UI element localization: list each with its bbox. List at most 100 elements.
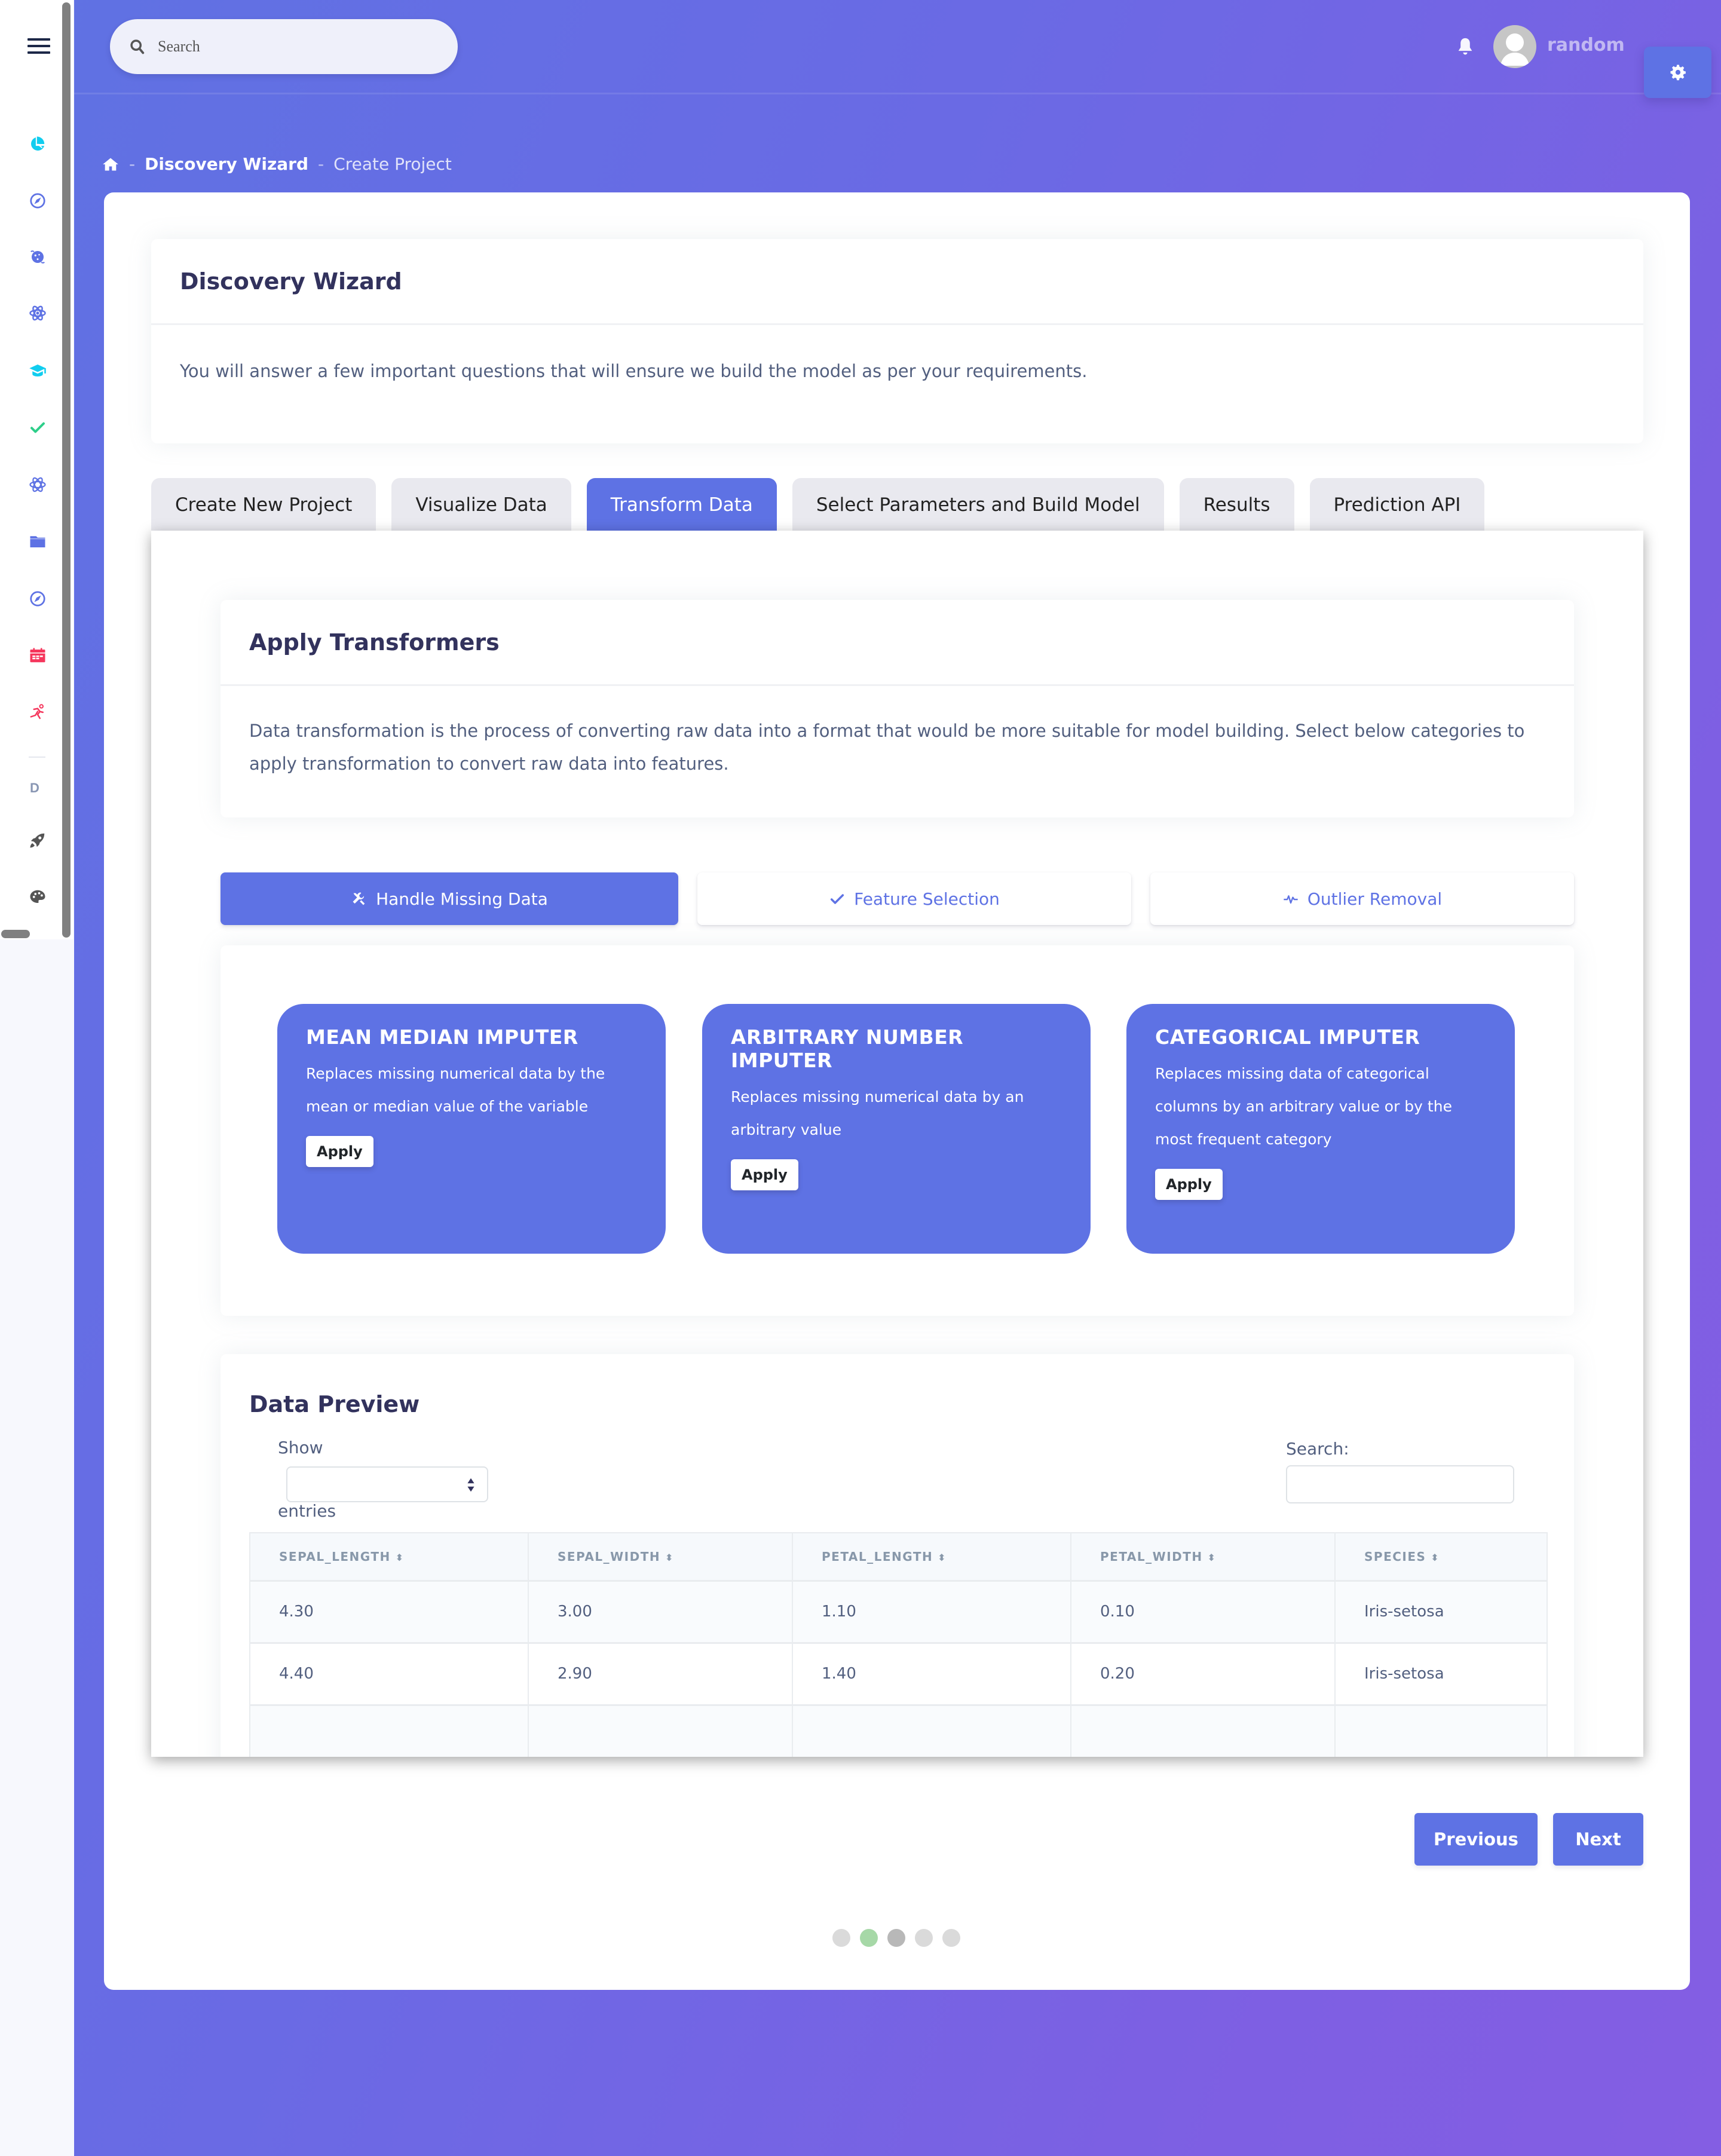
apply-transformers-title: Apply Transformers <box>249 629 500 656</box>
apply-arbitrary-number-button[interactable]: Apply <box>731 1159 798 1190</box>
sidebar-item-learn[interactable] <box>27 360 48 381</box>
imputer-card-categorical: CATEGORICAL IMPUTER Replaces missing dat… <box>1126 1004 1515 1254</box>
breadcrumb-create-project: Create Project <box>333 154 452 174</box>
apply-transformers-description: Data transformation is the process of co… <box>249 721 1525 774</box>
imputer-title: CATEGORICAL IMPUTER <box>1155 1025 1420 1049</box>
sidebar-item-explore[interactable] <box>27 191 48 211</box>
username[interactable]: random <box>1547 35 1625 56</box>
bell-icon[interactable] <box>1455 36 1475 57</box>
tab-results[interactable]: Results <box>1179 478 1294 532</box>
sidebar: D <box>0 0 74 2156</box>
tab-select-parameters[interactable]: Select Parameters and Build Model <box>792 478 1164 532</box>
sidebar-item-dashboard[interactable] <box>27 134 48 154</box>
sidebar-item-planet[interactable] <box>27 247 48 267</box>
step-dot-1[interactable] <box>832 1929 850 1947</box>
user-silhouette-icon <box>1500 33 1529 66</box>
sort-icon: ⬍ <box>395 1551 405 1563</box>
rocket-icon <box>30 833 45 848</box>
wizard-description: You will answer a few important question… <box>180 361 1088 381</box>
table-cell <box>249 1704 529 1757</box>
pie-chart-icon <box>31 136 45 151</box>
column-header-sepal-length[interactable]: SEPAL_LENGTH ⬍ <box>249 1532 529 1582</box>
column-header-species[interactable]: SPECIES ⬍ <box>1334 1532 1548 1582</box>
pill-label: Handle Missing Data <box>376 889 548 909</box>
sidebar-item-palette[interactable] <box>27 887 48 907</box>
sidebar-panel: D <box>0 0 73 939</box>
column-header-petal-length[interactable]: PETAL_LENGTH ⬍ <box>792 1532 1071 1582</box>
table-cell: 3.00 <box>528 1579 793 1643</box>
compass-icon <box>30 591 45 607</box>
apply-transformers-card: Apply Transformers Data transformation i… <box>221 600 1574 817</box>
breadcrumb-discovery-wizard[interactable]: Discovery Wizard <box>145 154 308 174</box>
data-preview-table: SEPAL_LENGTH ⬍ SEPAL_WIDTH ⬍ PETAL_LENGTH ⬍… <box>249 1532 1548 1757</box>
imputers-section: MEAN MEDIAN IMPUTER Replaces missing num… <box>221 945 1574 1316</box>
tab-prediction-api[interactable]: Prediction API <box>1309 478 1485 532</box>
pill-handle-missing-data[interactable]: Handle Missing Data <box>221 872 678 925</box>
step-dot-2[interactable] <box>860 1929 878 1947</box>
tab-create-new-project[interactable]: Create New Project <box>151 478 376 532</box>
sidebar-horizontal-scrollbar[interactable] <box>1 930 30 938</box>
imputer-title: MEAN MEDIAN IMPUTER <box>306 1025 578 1049</box>
global-search[interactable] <box>110 19 458 74</box>
step-dot-5[interactable] <box>942 1929 960 1947</box>
pill-outlier-removal[interactable]: Outlier Removal <box>1150 872 1574 925</box>
step-dot-4[interactable] <box>915 1929 933 1947</box>
pill-label: Outlier Removal <box>1307 889 1443 909</box>
settings-button[interactable] <box>1644 47 1711 98</box>
sidebar-item-activity[interactable] <box>27 702 48 722</box>
gear-icon <box>1670 65 1686 81</box>
apply-categorical-button[interactable]: Apply <box>1155 1169 1223 1200</box>
compass-icon <box>30 193 45 209</box>
pulse-icon <box>1284 895 1298 904</box>
show-label: Show <box>278 1438 323 1457</box>
breadcrumb-separator: - <box>318 154 324 174</box>
main-card: Discovery Wizard You will answer a few i… <box>104 192 1690 1990</box>
table-cell <box>1334 1704 1548 1757</box>
table-cell: 1.40 <box>792 1642 1071 1705</box>
graduation-cap-icon <box>29 365 46 376</box>
table-search-input[interactable] <box>1286 1465 1514 1503</box>
entries-length-select[interactable] <box>286 1466 488 1502</box>
tab-visualize-data[interactable]: Visualize Data <box>391 478 571 532</box>
sidebar-item-atom[interactable] <box>27 303 48 323</box>
sidebar-section-letter: D <box>30 780 39 795</box>
atom-icon <box>29 477 46 492</box>
atom-icon <box>29 305 46 321</box>
sidebar-item-atom-2[interactable] <box>27 474 48 495</box>
hamburger-icon[interactable] <box>27 38 50 54</box>
column-header-petal-width[interactable]: PETAL_WIDTH ⬍ <box>1070 1532 1336 1582</box>
column-header-sepal-width[interactable]: SEPAL_WIDTH ⬍ <box>528 1532 793 1582</box>
previous-button[interactable]: Previous <box>1414 1813 1538 1866</box>
table-cell <box>528 1704 793 1757</box>
table-cell: Iris-setosa <box>1334 1579 1548 1643</box>
sidebar-item-files[interactable] <box>27 531 48 552</box>
avatar[interactable] <box>1493 25 1536 68</box>
transform-data-panel[interactable]: Apply Transformers Data transformation i… <box>151 531 1643 1757</box>
sidebar-divider <box>29 757 45 758</box>
palette-icon <box>30 890 45 903</box>
global-search-input[interactable] <box>158 38 433 56</box>
sidebar-item-explore-2[interactable] <box>27 589 48 609</box>
sidebar-vertical-scrollbar[interactable] <box>62 2 71 938</box>
table-cell: 0.10 <box>1070 1579 1336 1643</box>
pill-feature-selection[interactable]: Feature Selection <box>697 872 1131 925</box>
step-dot-3[interactable] <box>887 1929 905 1947</box>
table-cell: 2.90 <box>528 1642 793 1705</box>
sidebar-item-rocket[interactable] <box>27 830 48 850</box>
table-cell: Iris-setosa <box>1334 1642 1548 1705</box>
apply-mean-median-button[interactable]: Apply <box>306 1136 373 1167</box>
table-cell: 4.30 <box>249 1579 529 1643</box>
sidebar-item-tasks[interactable] <box>27 417 48 437</box>
wizard-title: Discovery Wizard <box>180 268 402 295</box>
imputer-description: Replaces missing numerical data by an ar… <box>731 1088 1024 1138</box>
running-icon <box>30 704 44 719</box>
data-preview-title: Data Preview <box>249 1391 420 1417</box>
imputer-card-arbitrary-number: ARBITRARY NUMBER IMPUTER Replaces missin… <box>702 1004 1091 1254</box>
select-arrows-icon <box>467 1478 474 1492</box>
sort-icon: ⬍ <box>1431 1551 1440 1563</box>
next-button[interactable]: Next <box>1553 1813 1643 1866</box>
home-icon[interactable] <box>102 156 120 173</box>
tab-transform-data[interactable]: Transform Data <box>586 478 777 532</box>
calendar-icon <box>30 648 45 663</box>
sidebar-item-calendar[interactable] <box>27 645 48 666</box>
